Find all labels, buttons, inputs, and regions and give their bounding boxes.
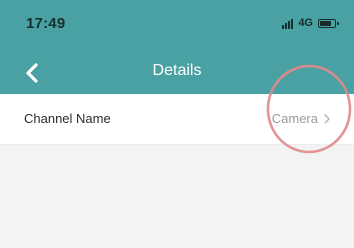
signal-icon bbox=[282, 18, 294, 29]
details-content: Channel Name Camera bbox=[0, 94, 354, 248]
status-bar: 17:49 4G bbox=[0, 0, 354, 52]
channel-name-value: Camera bbox=[271, 111, 318, 126]
chevron-right-icon bbox=[324, 113, 330, 124]
status-indicators: 4G bbox=[282, 16, 339, 30]
battery-icon bbox=[318, 18, 339, 28]
network-type: 4G bbox=[298, 17, 313, 29]
nav-bar: Details bbox=[0, 52, 354, 94]
page-title: Details bbox=[152, 62, 202, 79]
channel-name-label: Channel Name bbox=[24, 111, 111, 126]
status-time: 17:49 bbox=[26, 15, 66, 32]
channel-name-value-group: Camera bbox=[272, 111, 330, 126]
channel-name-row[interactable]: Channel Name Camera bbox=[0, 94, 354, 145]
details-screen: 17:49 4G Details Channel Name Camera bbox=[0, 0, 354, 248]
